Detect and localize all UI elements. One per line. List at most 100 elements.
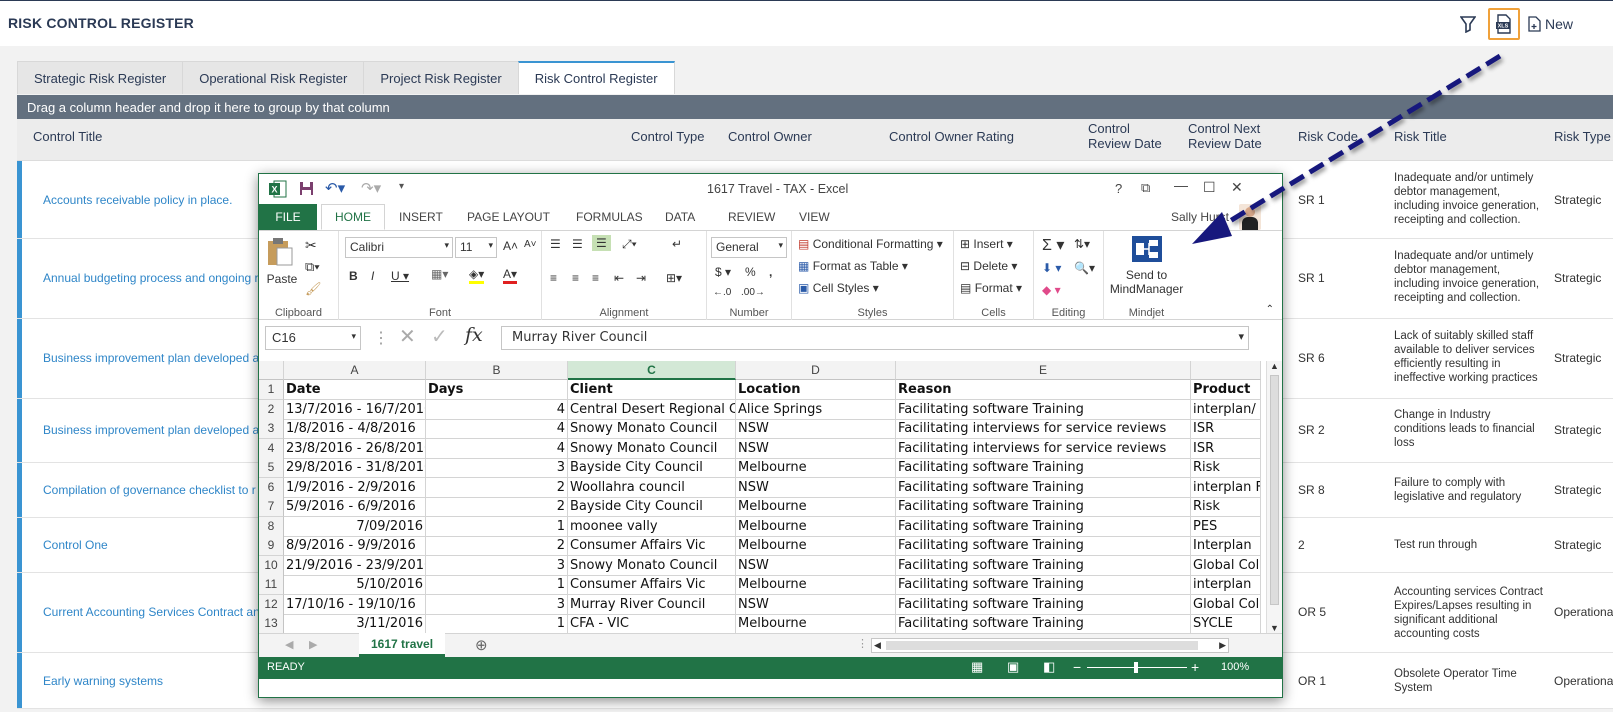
align-bottom-icon[interactable]: ☰ xyxy=(592,235,611,251)
maximize-icon[interactable]: ☐ xyxy=(1203,179,1216,196)
collapse-ribbon-icon[interactable]: ⌃ xyxy=(1266,304,1274,315)
row-header[interactable]: 13 xyxy=(259,614,284,633)
sheet-cell[interactable]: Risk xyxy=(1191,458,1261,478)
zoom-level[interactable]: 100% xyxy=(1221,661,1249,673)
sheet-cell[interactable]: 21/9/2016 - 23/9/2016 xyxy=(284,555,426,576)
sheet-cell[interactable]: 1 xyxy=(426,575,568,595)
currency-icon[interactable]: $ ▾ xyxy=(715,265,731,279)
autosum-icon[interactable]: Σ ▾ xyxy=(1042,235,1064,255)
control-title-link[interactable]: Annual budgeting process and ongoing r xyxy=(43,271,259,285)
sheet-cell[interactable]: 1/8/2016 - 4/8/2016 xyxy=(284,419,426,439)
align-left-icon[interactable]: ≡ xyxy=(550,271,557,285)
send-to-mindmanager-button[interactable]: Send to MindManager xyxy=(1104,235,1189,297)
sheet-cell[interactable]: 29/8/2016 - 31/8/2016 xyxy=(284,458,426,478)
format-cells-button[interactable]: ▤ Format ▾ xyxy=(960,281,1022,295)
control-title-link[interactable]: Compilation of governance checklist to r xyxy=(43,483,256,497)
sheet-cell[interactable]: Melbourne xyxy=(736,575,896,595)
row-header[interactable]: 10 xyxy=(259,555,284,576)
sheet-cell[interactable]: Facilitating software Training xyxy=(896,555,1191,576)
sheet-cell[interactable]: Murray River Council xyxy=(568,594,736,615)
sheet-cell[interactable]: Location xyxy=(736,380,896,400)
formula-input[interactable]: Murray River Council ▾ xyxy=(501,326,1249,350)
sheet-cell[interactable]: SYCLE xyxy=(1191,614,1261,633)
italic-icon[interactable]: I xyxy=(371,269,374,283)
delete-cells-button[interactable]: ⊟ Delete ▾ xyxy=(960,259,1017,273)
sheet-cell[interactable]: Melbourne xyxy=(736,497,896,517)
sheet-cell[interactable]: Bayside City Council xyxy=(568,458,736,478)
zoom-slider-thumb[interactable] xyxy=(1134,662,1138,673)
group-by-panel[interactable]: Drag a column header and drop it here to… xyxy=(17,95,1613,119)
align-middle-icon[interactable]: ☰ xyxy=(572,237,583,251)
sheet-cell[interactable]: Bayside City Council xyxy=(568,497,736,517)
col-next-review-date[interactable]: Control Next Review Date xyxy=(1188,121,1262,151)
grow-font-icon[interactable]: A˄ xyxy=(503,239,518,253)
sheet-cell[interactable]: Global Col xyxy=(1191,555,1261,576)
conditional-formatting-button[interactable]: ▤ Conditional Formatting ▾ xyxy=(798,237,943,251)
col-control-title[interactable]: Control Title xyxy=(33,129,102,144)
sheet-cell[interactable]: 3 xyxy=(426,555,568,576)
align-right-icon[interactable]: ≡ xyxy=(592,271,599,285)
expand-formula-icon[interactable]: ▾ xyxy=(1238,330,1244,343)
sheet-cell[interactable]: CFA - VIC xyxy=(568,614,736,633)
scroll-left-icon[interactable]: ◀ xyxy=(874,640,881,651)
sheet-cell[interactable]: 17/10/16 - 19/10/16 xyxy=(284,594,426,615)
add-sheet-icon[interactable]: ⊕ xyxy=(475,636,488,654)
col-owner-rating[interactable]: Control Owner Rating xyxy=(889,129,1014,144)
avatar[interactable] xyxy=(1239,204,1261,230)
sheet-cell[interactable]: 5/10/2016 xyxy=(284,575,426,595)
merge-center-icon[interactable]: ⊞▾ xyxy=(666,271,682,285)
close-icon[interactable]: ✕ xyxy=(1231,179,1243,196)
fill-color-icon[interactable]: ◈▾ xyxy=(469,267,485,284)
column-header[interactable]: A xyxy=(284,361,426,380)
decrease-decimal-icon[interactable]: .00→ xyxy=(741,287,765,298)
column-header[interactable] xyxy=(1191,361,1261,380)
sheet-cell[interactable]: Date xyxy=(284,380,426,400)
sheet-cell[interactable]: Melbourne xyxy=(736,536,896,556)
col-control-owner[interactable]: Control Owner xyxy=(728,129,812,144)
save-icon[interactable] xyxy=(299,181,314,196)
sheet-cell[interactable]: Snowy Monato Council xyxy=(568,419,736,439)
row-header[interactable]: 1 xyxy=(259,380,284,400)
sheet-cell[interactable]: 3 xyxy=(426,458,568,478)
sheet-cell[interactable]: NSW xyxy=(736,594,896,615)
sheet-cell[interactable]: 1/9/2016 - 2/9/2016 xyxy=(284,477,426,498)
sheet-cell[interactable]: 1 xyxy=(426,516,568,537)
cell-styles-button[interactable]: ▣ Cell Styles ▾ xyxy=(798,281,879,295)
sheet-cell[interactable]: Snowy Monato Council xyxy=(568,555,736,576)
sheet-cell[interactable]: 4 xyxy=(426,399,568,420)
help-icon[interactable]: ? xyxy=(1115,181,1122,196)
horizontal-scrollbar[interactable]: ◀ ▶ xyxy=(871,638,1229,653)
column-header[interactable]: B xyxy=(426,361,568,380)
new-button[interactable]: New xyxy=(1527,15,1573,33)
row-header[interactable]: 2 xyxy=(259,399,284,420)
insert-function-icon[interactable]: fx xyxy=(465,324,483,346)
cut-icon[interactable]: ✂ xyxy=(305,237,317,254)
sheet-cell[interactable]: 2 xyxy=(426,497,568,517)
row-header[interactable]: 5 xyxy=(259,458,284,478)
sheet-cell[interactable]: Facilitating software Training xyxy=(896,575,1191,595)
ribbon-tab-view[interactable]: VIEW xyxy=(799,204,830,230)
borders-icon[interactable]: ▦▾ xyxy=(431,267,448,281)
control-title-link[interactable]: Accounts receivable policy in place. xyxy=(43,193,232,207)
zoom-out-icon[interactable]: − xyxy=(1073,659,1081,675)
page-break-view-icon[interactable]: ◧ xyxy=(1043,659,1055,675)
col-risk-title[interactable]: Risk Title xyxy=(1394,129,1447,144)
sheet-cell[interactable]: ISR xyxy=(1191,438,1261,459)
column-header[interactable]: E xyxy=(896,361,1191,380)
number-format-select[interactable]: General ▾ xyxy=(711,237,787,258)
confirm-formula-icon[interactable]: ✓ xyxy=(431,324,448,349)
sheet-cell[interactable]: Central Desert Regional Co xyxy=(568,399,736,420)
col-review-date[interactable]: Control Review Date xyxy=(1088,121,1162,151)
fill-icon[interactable]: ⬇ ▾ xyxy=(1042,261,1061,275)
row-header[interactable]: 3 xyxy=(259,419,284,439)
clear-icon[interactable]: ◆ ▾ xyxy=(1042,283,1061,297)
prev-sheet-icon[interactable]: ◀ xyxy=(285,638,293,651)
customize-toolbar-icon[interactable]: ▾ xyxy=(399,181,404,192)
sheet-cell[interactable]: NSW xyxy=(736,555,896,576)
sheet-cell[interactable]: Facilitating software Training xyxy=(896,536,1191,556)
font-size-select[interactable]: 11 ▾ xyxy=(455,237,497,258)
select-all-corner[interactable] xyxy=(259,361,284,380)
sheet-cell[interactable]: Snowy Monato Council xyxy=(568,438,736,459)
control-title-link[interactable]: Early warning systems xyxy=(43,674,163,688)
wrap-text-icon[interactable]: ↵ xyxy=(672,237,682,251)
